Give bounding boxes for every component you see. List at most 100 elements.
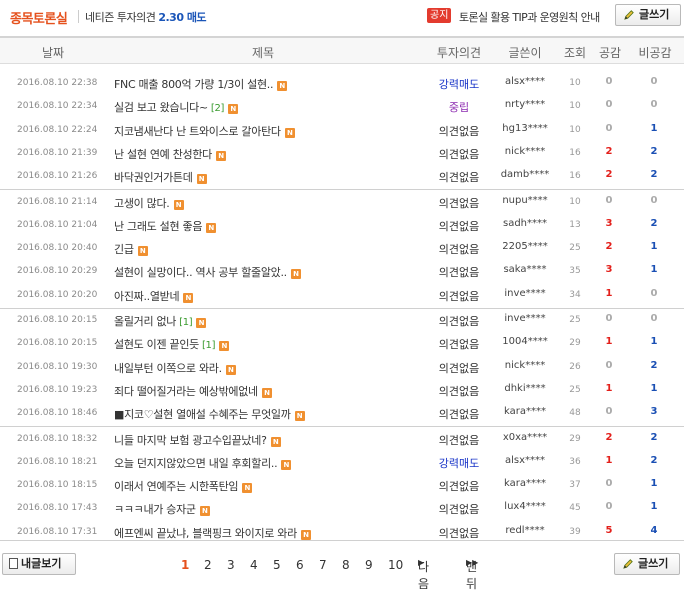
- post-author[interactable]: nrty****: [497, 99, 553, 110]
- post-author[interactable]: redl****: [497, 525, 553, 536]
- post-title-link[interactable]: 이래서 연예주는 시한폭탄임 N: [114, 478, 253, 494]
- write-button-bottom[interactable]: 글쓰기: [614, 553, 680, 575]
- post-author[interactable]: damb****: [497, 169, 553, 180]
- post-author[interactable]: alsx****: [497, 455, 553, 466]
- new-badge-icon: N: [183, 292, 194, 303]
- table-row[interactable]: 2016.08.10 21:14 고생이 많다. N 의견없음 nupu**** 10 0 0: [0, 191, 684, 214]
- dislike-count: 0: [650, 313, 658, 324]
- new-badge-icon: N: [270, 436, 281, 447]
- page-link-1[interactable]: 1: [181, 558, 189, 572]
- table-row[interactable]: 2016.08.10 20:15 올릴거리 없나 [1] N 의견없음 inve**** 2…: [0, 309, 684, 332]
- table-row[interactable]: 2016.08.10 19:30 내일부턴 이쪽으로 와라. N 의견없음 nick**…: [0, 356, 684, 379]
- table-row[interactable]: 2016.08.10 22:24 지코냄새난다 난 트와이스로 갈아탄다 N 의견없음…: [0, 119, 684, 142]
- page-link-3[interactable]: 3: [227, 558, 235, 572]
- col-author: 글쓴이: [508, 46, 542, 60]
- page-link-6[interactable]: 6: [296, 558, 304, 572]
- post-title-link[interactable]: 내일부턴 이쪽으로 와라. N: [114, 360, 236, 376]
- post-title-link[interactable]: 설현이 실망이다.. 역사 공부 할줄알았.. N: [114, 264, 301, 280]
- post-author[interactable]: kara****: [497, 406, 553, 417]
- post-author[interactable]: saka****: [497, 264, 553, 275]
- new-badge-icon: N: [242, 483, 253, 494]
- post-author[interactable]: 1004****: [497, 336, 553, 347]
- post-title-link[interactable]: 아진짜..열받네 N: [114, 288, 194, 304]
- page-link-2[interactable]: 2: [204, 558, 212, 572]
- post-author[interactable]: lux4****: [497, 501, 553, 512]
- table-row[interactable]: 2016.08.10 18:46 ■지코♡설현 열애설 수혜주는 무엇일까 N 의견없…: [0, 402, 684, 425]
- view-count: 26: [569, 361, 581, 372]
- post-author[interactable]: x0xa****: [497, 432, 553, 443]
- post-title-link[interactable]: 지코냄새난다 난 트와이스로 갈아탄다 N: [114, 123, 295, 139]
- post-title-link[interactable]: ■지코♡설현 열애설 수혜주는 무엇일까 N: [114, 406, 305, 422]
- page-link-9[interactable]: 9: [365, 558, 373, 572]
- post-author[interactable]: kara****: [497, 478, 553, 489]
- table-row[interactable]: 2016.08.10 19:23 죄다 떨어질거라는 예상밖에없네 N 의견없음 dhk…: [0, 379, 684, 402]
- investment-opinion: 의견없음: [438, 408, 480, 422]
- post-author[interactable]: hg13****: [497, 123, 553, 134]
- post-title-link[interactable]: 올릴거리 없나 [1] N: [114, 313, 207, 329]
- dislike-count: 0: [650, 194, 658, 206]
- post-author[interactable]: alsx****: [497, 76, 553, 87]
- like-count: 0: [605, 501, 613, 513]
- write-button-top[interactable]: 글쓰기: [615, 4, 681, 26]
- post-author[interactable]: inve****: [497, 313, 553, 324]
- post-author[interactable]: sadh****: [497, 218, 553, 229]
- post-author[interactable]: nick****: [497, 146, 553, 157]
- view-count: 34: [569, 289, 581, 300]
- table-row[interactable]: 2016.08.10 20:40 긴급 N 의견없음 2205**** 25 2 1: [0, 237, 684, 260]
- post-date: 2016.08.10 22:34: [17, 101, 98, 112]
- page-link-7[interactable]: 7: [319, 558, 327, 572]
- table-row[interactable]: 2016.08.10 20:20 아진짜..열받네 N 의견없음 inve**** 34 1…: [0, 284, 684, 307]
- col-likes: 공감: [598, 46, 622, 60]
- investment-opinion: 의견없음: [438, 196, 480, 210]
- post-title-link[interactable]: 에프엔씨 끝났냐, 블랙핑크 와이지로 와라 N: [114, 525, 311, 541]
- title-part2: 토론실: [32, 12, 68, 27]
- post-author[interactable]: inve****: [497, 288, 553, 299]
- page-link-4[interactable]: 4: [250, 558, 258, 572]
- post-title-link[interactable]: 오늘 던지지않았으면 내일 후회할리.. N: [114, 455, 292, 471]
- like-count: 1: [605, 454, 613, 466]
- post-title: 니들 마지막 보험 광고수입끝났네?: [114, 433, 267, 447]
- title-separator: [78, 10, 79, 23]
- table-row[interactable]: 2016.08.10 20:29 설현이 실망이다.. 역사 공부 할줄알았.. N…: [0, 260, 684, 283]
- table-row[interactable]: 2016.08.10 18:15 이래서 연예주는 시한폭탄임 N 의견없음 kara*…: [0, 474, 684, 497]
- table-row[interactable]: 2016.08.10 21:26 바닥권인거가튼데 N 의견없음 damb**** 16 2…: [0, 165, 684, 188]
- investment-opinion: 의견없음: [438, 289, 480, 303]
- table-row[interactable]: 2016.08.10 22:38 FNC 매출 800억 가량 1/3이 설현..…: [0, 72, 684, 95]
- dislike-count: 2: [650, 431, 658, 443]
- post-title-link[interactable]: 난 그래도 설현 좋음 N: [114, 218, 217, 234]
- post-date: 2016.08.10 18:32: [17, 433, 98, 444]
- post-title-link[interactable]: 죄다 떨어질거라는 예상밖에없네 N: [114, 383, 272, 399]
- post-date: 2016.08.10 21:04: [17, 219, 98, 230]
- table-row[interactable]: 2016.08.10 20:15 설현도 이젠 끝인듯 [1] N 의견없음 1004**…: [0, 332, 684, 355]
- table-row[interactable]: 2016.08.10 22:34 실검 보고 왔습니다~ [2] N 중립 nrty***…: [0, 95, 684, 118]
- table-row[interactable]: 2016.08.10 21:04 난 그래도 설현 좋음 N 의견없음 sadh****…: [0, 214, 684, 237]
- new-badge-icon: N: [281, 459, 292, 470]
- post-title-link[interactable]: 설현도 이젠 끝인듯 [1] N: [114, 336, 230, 352]
- investment-opinion: 의견없음: [438, 171, 480, 185]
- view-count: 39: [569, 526, 581, 537]
- post-title-link[interactable]: 고생이 많다. N: [114, 195, 184, 211]
- post-author[interactable]: nupu****: [497, 195, 553, 206]
- post-author[interactable]: nick****: [497, 360, 553, 371]
- notice-link[interactable]: 토론실 활용 TIP과 운영원칙 안내: [459, 9, 600, 25]
- view-count: 37: [569, 480, 581, 491]
- table-row[interactable]: 2016.08.10 18:32 니들 마지막 보험 광고수입끝났네? N 의견없음 x…: [0, 428, 684, 451]
- post-title-link[interactable]: ㅋㅋㅋ내가 승자군 N: [114, 501, 210, 517]
- post-title: 설현도 이젠 끝인듯: [114, 338, 199, 352]
- page-link-10[interactable]: 10: [388, 558, 403, 572]
- my-posts-button[interactable]: 내글보기: [2, 553, 76, 575]
- post-title-link[interactable]: 니들 마지막 보험 광고수입끝났네? N: [114, 432, 281, 448]
- post-title-link[interactable]: 바닥권인거가튼데 N: [114, 169, 207, 185]
- table-row[interactable]: 2016.08.10 17:43 ㅋㅋㅋ내가 승자군 N 의견없음 lux4**** 45…: [0, 497, 684, 520]
- post-author[interactable]: 2205****: [497, 241, 553, 252]
- post-title-link[interactable]: 실검 보고 왔습니다~ [2] N: [114, 99, 239, 115]
- page-link-5[interactable]: 5: [273, 558, 281, 572]
- post-title-link[interactable]: 긴급 N: [114, 241, 148, 257]
- post-title-link[interactable]: 난 설현 연예 찬성한다 N: [114, 146, 226, 162]
- table-row[interactable]: 2016.08.10 18:21 오늘 던지지않았으면 내일 후회할리.. N 강력매…: [0, 451, 684, 474]
- table-row[interactable]: 2016.08.10 21:39 난 설현 연예 찬성한다 N 의견없음 nick***…: [0, 142, 684, 165]
- post-title-link[interactable]: FNC 매출 800억 가량 1/3이 설현.. N: [114, 76, 288, 92]
- page-link-8[interactable]: 8: [342, 558, 350, 572]
- investment-opinion: 의견없음: [438, 526, 480, 540]
- post-author[interactable]: dhki****: [497, 383, 553, 394]
